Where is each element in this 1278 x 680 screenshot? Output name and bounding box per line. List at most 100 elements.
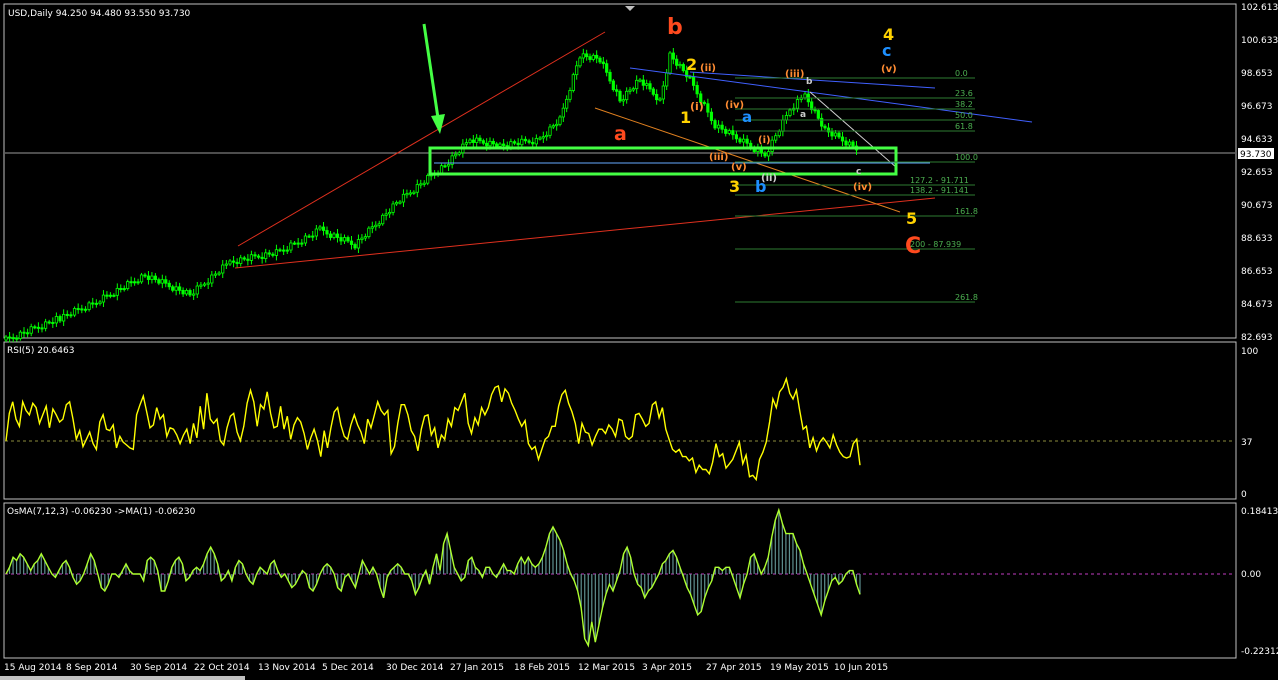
wave-label: (i) bbox=[690, 100, 704, 113]
wave-label: (iii) bbox=[709, 152, 728, 163]
candle-body bbox=[195, 285, 199, 295]
price-tick: 102.613 bbox=[1241, 3, 1278, 13]
candle-body bbox=[300, 242, 304, 245]
candle-body bbox=[770, 139, 774, 152]
candle-body bbox=[112, 294, 116, 297]
fib-level-label: 0.0 bbox=[955, 69, 968, 78]
candle-body bbox=[695, 85, 699, 95]
candle-body bbox=[47, 321, 51, 324]
candle-body bbox=[706, 103, 710, 113]
candle-body bbox=[253, 254, 257, 257]
candle-body bbox=[87, 302, 91, 310]
candle-body bbox=[360, 237, 364, 240]
candle-body bbox=[520, 138, 524, 146]
candle-body bbox=[188, 290, 192, 296]
price-tick: 88.633 bbox=[1241, 234, 1273, 244]
candle-body bbox=[54, 316, 59, 324]
candle-body bbox=[464, 142, 469, 145]
price-tick: 100.633 bbox=[1241, 36, 1278, 46]
candle-body bbox=[146, 275, 151, 280]
candle-body bbox=[384, 213, 388, 216]
candle-body bbox=[766, 151, 771, 157]
candle-body bbox=[734, 134, 739, 140]
candle-body bbox=[491, 140, 495, 145]
candle-body bbox=[101, 294, 106, 303]
osma-header: OsMA(7,12,3) -0.06230 ->MA(1) -0.06230 bbox=[7, 507, 196, 517]
candle-body bbox=[160, 279, 164, 284]
candle-body bbox=[422, 182, 426, 185]
candle-body bbox=[181, 289, 185, 295]
candle-body bbox=[830, 131, 834, 137]
osma-tick: -0.22312 bbox=[1241, 647, 1278, 657]
wave-label: (v) bbox=[881, 64, 897, 75]
candle-body bbox=[15, 337, 19, 340]
candle-body bbox=[485, 142, 489, 147]
candle-body bbox=[292, 242, 297, 245]
rsi-tick: 0 bbox=[1241, 490, 1247, 500]
candle-body bbox=[675, 58, 679, 66]
candle-body bbox=[495, 143, 499, 147]
rsi-panel[interactable] bbox=[3, 341, 1237, 500]
candle-body bbox=[625, 90, 629, 101]
candle-body bbox=[578, 57, 582, 67]
candle-body bbox=[678, 64, 682, 67]
candle-body bbox=[641, 79, 645, 86]
candle-body bbox=[727, 130, 731, 134]
main-price-panel[interactable] bbox=[3, 3, 1237, 339]
candle-body bbox=[601, 61, 605, 65]
candle-body bbox=[468, 139, 472, 143]
candle-body bbox=[363, 236, 367, 239]
candle-body bbox=[713, 120, 717, 129]
candle-body bbox=[157, 279, 161, 284]
candle-body bbox=[228, 260, 232, 265]
candle-body bbox=[531, 141, 535, 145]
time-tick: 3 Apr 2015 bbox=[642, 663, 692, 673]
candle-body bbox=[605, 63, 609, 73]
candle-body bbox=[833, 132, 838, 137]
candle-body bbox=[648, 83, 652, 90]
candle-body bbox=[264, 252, 268, 259]
candle-body bbox=[391, 203, 395, 213]
candle-body bbox=[51, 321, 55, 324]
candle-body bbox=[274, 249, 279, 256]
candle-body bbox=[398, 201, 402, 204]
candle-body bbox=[381, 214, 385, 225]
candle-body bbox=[512, 141, 517, 144]
candle-body bbox=[335, 233, 340, 238]
candle-body bbox=[475, 137, 479, 143]
chart-window: USD,Daily 94.250 94.480 93.550 93.730 RS… bbox=[0, 3, 1278, 680]
candle-body bbox=[285, 249, 289, 252]
candle-body bbox=[454, 153, 458, 157]
time-tick: 12 Mar 2015 bbox=[578, 663, 635, 673]
candle-body bbox=[33, 326, 37, 329]
osma-panel[interactable] bbox=[3, 502, 1237, 659]
candle-body bbox=[618, 90, 622, 102]
candle-body bbox=[224, 263, 228, 266]
main-chart-header: USD,Daily 94.250 94.480 93.550 93.730 bbox=[8, 9, 191, 19]
candle-body bbox=[58, 316, 62, 322]
candle-body bbox=[731, 130, 735, 136]
candle-body bbox=[217, 272, 221, 275]
candle-body bbox=[426, 175, 430, 184]
candle-body bbox=[538, 137, 542, 140]
wave-label: 3 bbox=[729, 177, 740, 196]
rsi-header: RSI(5) 20.6463 bbox=[7, 346, 74, 356]
candle-body bbox=[370, 226, 374, 229]
candle-body bbox=[278, 249, 282, 252]
candle-body bbox=[523, 138, 528, 142]
candle-body bbox=[105, 294, 109, 297]
candle-body bbox=[374, 224, 378, 228]
candle-body bbox=[581, 53, 585, 59]
rsi-tick: 100 bbox=[1241, 347, 1258, 357]
horizontal-scrollbar[interactable] bbox=[0, 676, 245, 680]
candle-body bbox=[446, 164, 451, 167]
candle-body bbox=[164, 279, 168, 284]
time-tick: 27 Jan 2015 bbox=[450, 663, 504, 673]
candle-body bbox=[76, 308, 80, 311]
candle-body bbox=[681, 64, 685, 72]
candle-body bbox=[628, 89, 632, 92]
candle-body bbox=[635, 79, 639, 90]
candle-body bbox=[72, 308, 77, 316]
candle-body bbox=[314, 228, 318, 237]
fib-level-label: 61.8 bbox=[955, 122, 973, 131]
